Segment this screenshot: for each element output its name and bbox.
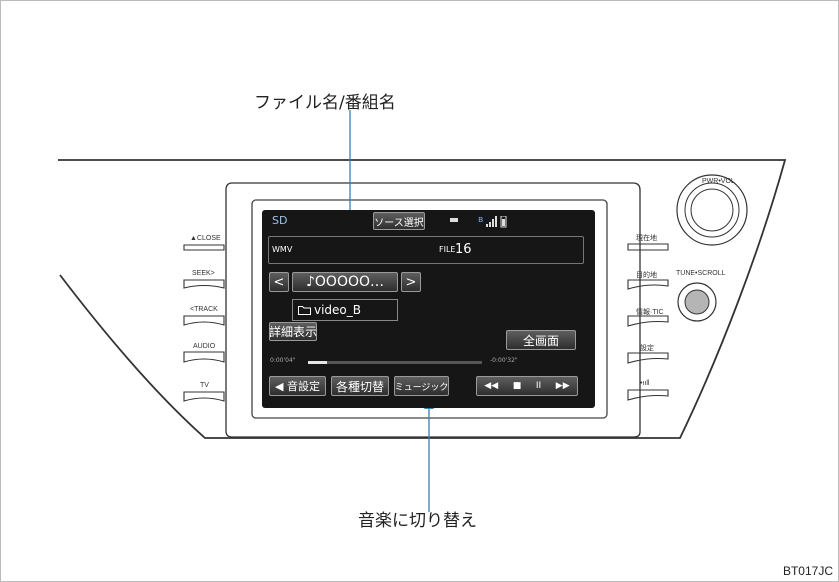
fast-forward-button[interactable]: ▶▶ xyxy=(556,381,570,391)
format-label: WMV xyxy=(272,245,293,254)
switch-types-button[interactable]: 各種切替 xyxy=(331,376,389,396)
phone-key-label[interactable]: •ııll xyxy=(640,380,649,387)
source-indicator: SD xyxy=(272,214,288,227)
file-number: 16 xyxy=(455,242,472,257)
stop-button[interactable]: ■ xyxy=(513,381,522,391)
current-location-key-label[interactable]: 現在地 xyxy=(636,233,657,243)
media-status-icon xyxy=(450,218,458,222)
track-name-display[interactable]: ♪OOOOO… xyxy=(292,272,398,292)
track-key-label[interactable]: <TRACK xyxy=(190,306,218,313)
figure-code: BT017JC xyxy=(782,564,833,578)
transport-controls: ◀◀ ■ II ▶▶ xyxy=(476,376,578,396)
settings-key-label[interactable]: 設定 xyxy=(640,343,654,353)
power-volume-knob-label[interactable]: PWR•VOL xyxy=(702,178,735,185)
audio-key-label[interactable]: AUDIO xyxy=(193,343,215,350)
folder-name-display: video_B xyxy=(292,299,398,321)
file-info-bar xyxy=(268,236,584,264)
music-button[interactable]: ミュージック xyxy=(394,376,449,396)
file-label: FILE xyxy=(439,245,456,254)
music-switch-callout: 音楽に切り替え xyxy=(358,511,477,531)
remaining-time: -0:00'32" xyxy=(490,357,518,364)
folder-name-text: video_B xyxy=(314,303,362,317)
next-track-button[interactable]: > xyxy=(401,272,421,292)
destination-key-label[interactable]: 目的地 xyxy=(636,270,657,280)
previous-track-button[interactable]: < xyxy=(269,272,289,292)
bluetooth-icon: ʙ xyxy=(478,215,484,225)
sound-settings-button[interactable]: ◀ 音設定 xyxy=(269,376,326,396)
detail-view-button[interactable]: 詳細表示 xyxy=(269,322,317,341)
close-key-label[interactable]: ▲CLOSE xyxy=(190,235,221,242)
fullscreen-button[interactable]: 全画面 xyxy=(506,330,576,350)
tv-key-label[interactable]: TV xyxy=(200,382,209,389)
rewind-button[interactable]: ◀◀ xyxy=(484,381,498,391)
info-tic-key-label[interactable]: 情報·TIC xyxy=(636,307,664,317)
display-screen: SD ソース選択 ʙ WMV FILE 16 < ♪OOOOO… > video… xyxy=(262,210,595,408)
source-select-button[interactable]: ソース選択 xyxy=(373,212,425,230)
signal-battery-icon xyxy=(486,216,507,228)
pause-button[interactable]: II xyxy=(536,381,541,391)
seek-key-label[interactable]: SEEK> xyxy=(192,270,215,277)
progress-fill xyxy=(308,361,328,364)
folder-icon xyxy=(298,306,311,315)
progress-bar xyxy=(308,361,482,364)
elapsed-time: 0:00'04" xyxy=(270,357,296,364)
tune-scroll-knob-label[interactable]: TUNE•SCROLL xyxy=(676,270,726,277)
